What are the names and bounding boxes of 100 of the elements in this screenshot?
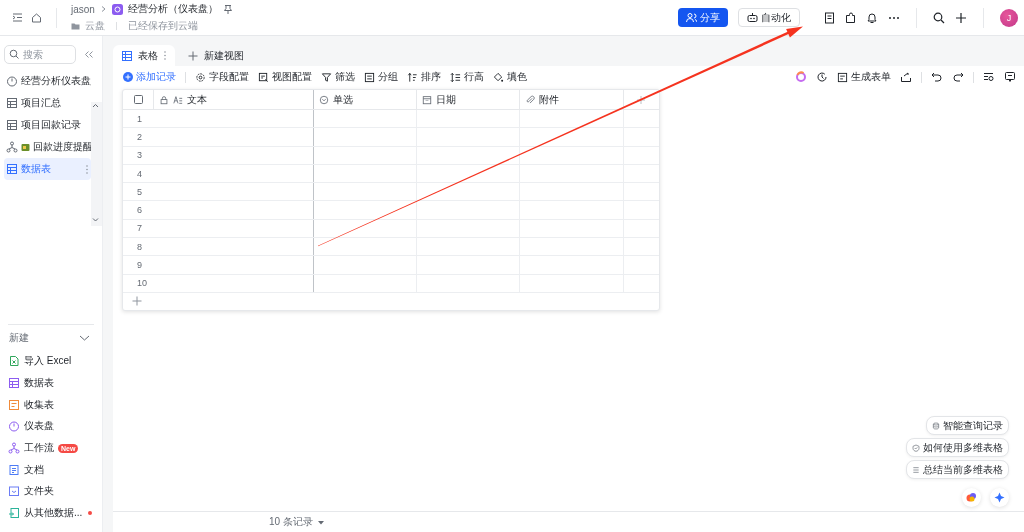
filter-icon bbox=[321, 71, 332, 83]
row-number: 5 bbox=[136, 185, 143, 199]
suggestion-chip[interactable]: 如何使用多维表格 bbox=[906, 438, 1009, 457]
row-number: 4 bbox=[136, 167, 143, 181]
toolbar-button[interactable]: 筛选 bbox=[321, 70, 355, 84]
robot-icon bbox=[747, 12, 758, 23]
scroll-up-icon[interactable] bbox=[91, 102, 100, 109]
ai-ring-icon[interactable] bbox=[795, 71, 807, 83]
record-count[interactable]: 10 条记录 bbox=[269, 515, 313, 529]
gauge-icon bbox=[8, 420, 20, 433]
plus-circle-icon bbox=[123, 72, 133, 82]
list-search-icon[interactable] bbox=[983, 71, 995, 83]
add-column-icon[interactable] bbox=[636, 94, 646, 105]
row-number: 8 bbox=[136, 240, 143, 254]
toolbar-button[interactable]: 字段配置 bbox=[195, 70, 249, 84]
column-header[interactable]: 单选 bbox=[314, 90, 417, 109]
create-item[interactable]: 数据表 bbox=[4, 372, 102, 394]
view-tab[interactable]: 新建视图 bbox=[179, 45, 252, 66]
gear-icon bbox=[195, 71, 206, 83]
grid-icon bbox=[121, 49, 133, 62]
sort-icon bbox=[407, 71, 418, 83]
gauge-icon bbox=[6, 75, 18, 87]
user-avatar[interactable]: J bbox=[1000, 8, 1018, 27]
flow-icon bbox=[6, 141, 18, 153]
view-tab[interactable]: 表格 bbox=[113, 45, 175, 66]
row-number: 6 bbox=[136, 204, 143, 218]
plus-icon bbox=[187, 49, 199, 62]
sparkle-icon bbox=[994, 492, 1005, 503]
folder-icon bbox=[8, 485, 20, 498]
row-number: 1 bbox=[136, 112, 143, 126]
section-title: 新建 bbox=[9, 330, 29, 345]
column-header[interactable]: 文本 bbox=[154, 90, 314, 109]
column-header[interactable]: 日期 bbox=[417, 90, 520, 109]
folder-icon bbox=[71, 21, 80, 31]
group-icon bbox=[364, 71, 375, 83]
search-icon[interactable] bbox=[933, 11, 945, 24]
row-height-icon bbox=[450, 71, 461, 83]
create-item[interactable]: 导入 Excel bbox=[4, 350, 102, 373]
create-item[interactable]: 文档 bbox=[4, 458, 102, 481]
breadcrumb-user[interactable]: jason bbox=[71, 3, 95, 15]
document-list-icon[interactable] bbox=[824, 11, 835, 24]
sidebar-item[interactable]: 项目汇总 bbox=[4, 92, 91, 114]
redo-icon[interactable] bbox=[952, 71, 964, 83]
checkbox[interactable] bbox=[133, 95, 143, 104]
document-title: 经营分析（仪表盘） bbox=[127, 2, 218, 16]
paint-bucket-icon bbox=[493, 71, 504, 83]
row-number: 9 bbox=[136, 259, 143, 272]
sidebar-item[interactable]: 数据表 bbox=[4, 158, 91, 180]
comment-icon[interactable] bbox=[1004, 71, 1016, 83]
view-settings-icon bbox=[258, 71, 269, 83]
list-icon bbox=[912, 465, 920, 474]
create-item[interactable]: 文件夹 bbox=[4, 480, 102, 503]
history-icon[interactable] bbox=[816, 71, 828, 83]
create-item[interactable]: 收集表 bbox=[4, 393, 102, 416]
suggestion-chip[interactable]: 总结当前多维表格 bbox=[906, 460, 1009, 479]
toolbar-button[interactable]: 视图配置 bbox=[258, 70, 312, 84]
toolbar-button[interactable]: 行高 bbox=[450, 70, 484, 84]
toolbar-button[interactable]: 排序 bbox=[407, 70, 441, 84]
grid-icon bbox=[6, 119, 18, 131]
create-item[interactable]: 仪表盘 bbox=[4, 415, 102, 438]
puzzle-icon[interactable] bbox=[845, 11, 856, 24]
color-blob-icon bbox=[966, 492, 977, 503]
collapse-icon[interactable] bbox=[84, 50, 94, 59]
toolbar-button[interactable]: 填色 bbox=[493, 70, 527, 84]
row-number: 7 bbox=[136, 222, 143, 236]
generate-form-button[interactable]: 生成表单 bbox=[837, 70, 891, 84]
grid-icon bbox=[6, 163, 18, 175]
row-number: 3 bbox=[136, 149, 143, 163]
chevron-right-icon bbox=[99, 5, 107, 13]
undo-icon[interactable] bbox=[931, 71, 943, 83]
calendar-icon bbox=[422, 94, 432, 105]
database-icon bbox=[932, 421, 940, 430]
bell-icon[interactable] bbox=[866, 11, 878, 24]
document-icon bbox=[8, 463, 20, 476]
search-field[interactable]: 搜索 bbox=[4, 45, 76, 64]
add-record-button[interactable]: 添加记录 bbox=[123, 70, 176, 84]
sidebar-item[interactable]: 经营分析仪表盘 bbox=[4, 70, 91, 92]
save-status: 已经保存到云端 bbox=[128, 19, 198, 33]
circle-chevron-icon bbox=[319, 94, 329, 105]
chevron-down-icon[interactable] bbox=[79, 333, 90, 342]
row-number: 10 bbox=[136, 277, 148, 291]
caret-down-icon[interactable] bbox=[316, 518, 325, 526]
import-icon bbox=[8, 507, 20, 520]
dashboard-doc-icon bbox=[111, 3, 123, 15]
spreadsheet-icon bbox=[8, 355, 20, 368]
toolbar-button[interactable]: 分组 bbox=[364, 70, 398, 84]
grid-icon bbox=[6, 97, 18, 109]
automation-button[interactable]: 自动化 bbox=[738, 8, 800, 27]
share-button[interactable]: 分享 bbox=[678, 8, 728, 27]
pin-icon bbox=[222, 3, 233, 15]
plus-icon[interactable] bbox=[955, 11, 967, 24]
sidebar-item[interactable]: 项目回款记录 bbox=[4, 114, 91, 136]
paperclip-icon bbox=[525, 94, 535, 105]
create-item[interactable]: 从其他数据... bbox=[4, 502, 102, 524]
share-out-icon[interactable] bbox=[900, 71, 912, 83]
form-icon bbox=[837, 71, 848, 83]
row-number: 2 bbox=[136, 130, 143, 144]
grid-icon bbox=[8, 377, 20, 390]
shield-icon bbox=[912, 443, 920, 452]
suggestion-chip[interactable]: 智能查询记录 bbox=[926, 416, 1009, 435]
